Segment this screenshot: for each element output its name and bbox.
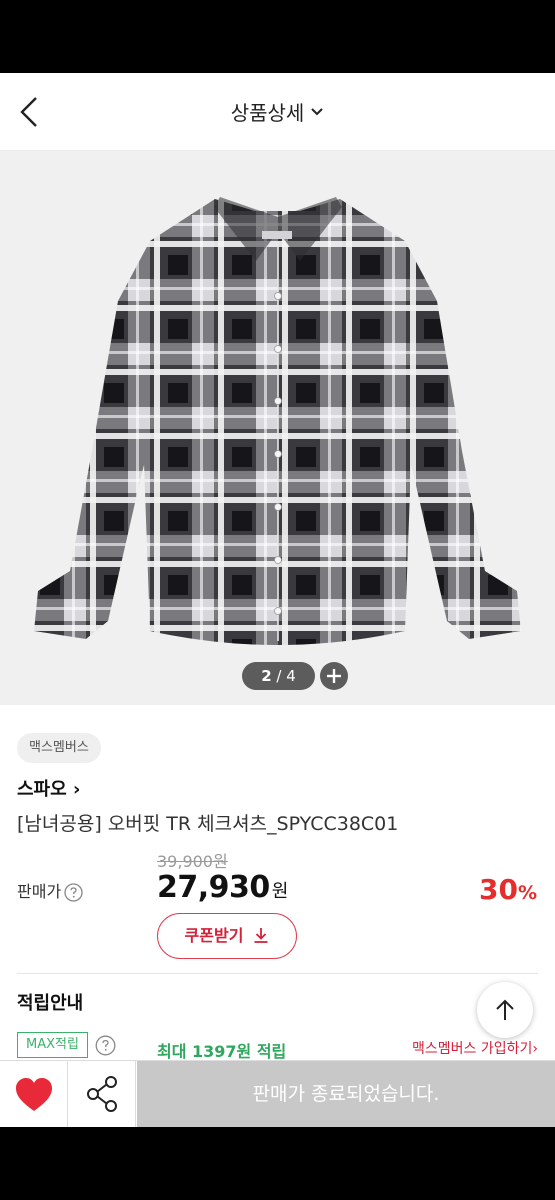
question-circle-icon[interactable] <box>64 883 83 902</box>
product-info: 맥스멤버스 스파오 › [남녀공용] 오버핏 TR 체크셔츠_SPYCC38C0… <box>0 705 555 1061</box>
wishlist-button[interactable] <box>0 1061 68 1128</box>
pager-total: 4 <box>286 667 296 685</box>
pager-current: 2 <box>261 667 272 685</box>
sale-price-value: 27,930 <box>157 870 270 905</box>
currency-unit: 원 <box>271 881 289 902</box>
sold-out-notice: 판매가 종료되었습니다. <box>137 1061 555 1128</box>
price-label: 판매가 <box>17 878 83 902</box>
chevron-down-icon <box>311 107 324 115</box>
membership-join-link[interactable]: 맥스멤버스 가입하기› <box>412 1038 538 1058</box>
heart-icon <box>16 1078 52 1111</box>
share-button[interactable] <box>68 1061 136 1128</box>
discount-value: 30 <box>478 873 518 906</box>
section-divider <box>17 973 538 974</box>
plus-icon <box>327 669 341 683</box>
max-points-text: 최대 1397원 적립 <box>157 1042 287 1061</box>
share-icon <box>87 1076 117 1112</box>
scroll-to-top-button[interactable] <box>477 982 533 1038</box>
page-title-dropdown[interactable]: 상품상세 <box>0 97 555 126</box>
price-label-text: 판매가 <box>17 882 62 901</box>
discount-unit: % <box>517 882 537 904</box>
points-section-title: 적립안내 <box>17 993 84 1014</box>
system-nav-bar <box>0 1127 555 1200</box>
product-image-gallery[interactable]: 2 / 4 <box>0 151 555 705</box>
brand-link[interactable]: 스파오 › <box>17 775 80 801</box>
original-price: 39,900원 <box>157 852 228 871</box>
question-circle-icon[interactable] <box>95 1035 116 1056</box>
zoom-button[interactable] <box>320 662 348 690</box>
arrow-up-icon <box>496 999 514 1020</box>
product-image <box>34 197 521 645</box>
status-bar <box>0 0 555 73</box>
pager-separator: / <box>271 667 287 685</box>
membership-badge: 맥스멤버스 <box>17 733 101 763</box>
top-header: 상품상세 <box>0 73 555 233</box>
download-icon <box>254 928 268 943</box>
image-pager: 2 / 4 <box>242 662 315 690</box>
discount-rate: 30% <box>479 873 537 906</box>
bottom-action-bar: 판매가 종료되었습니다. <box>0 1060 555 1128</box>
coupon-download-button[interactable]: 쿠폰받기 <box>157 913 297 959</box>
sale-price: 27,930 원 <box>157 870 288 905</box>
page-title: 상품상세 <box>230 101 305 125</box>
product-name: [남녀공용] 오버핏 TR 체크셔츠_SPYCC38C01 <box>17 813 399 835</box>
max-points-tag: MAX적립 <box>17 1032 88 1058</box>
coupon-label: 쿠폰받기 <box>184 926 244 945</box>
